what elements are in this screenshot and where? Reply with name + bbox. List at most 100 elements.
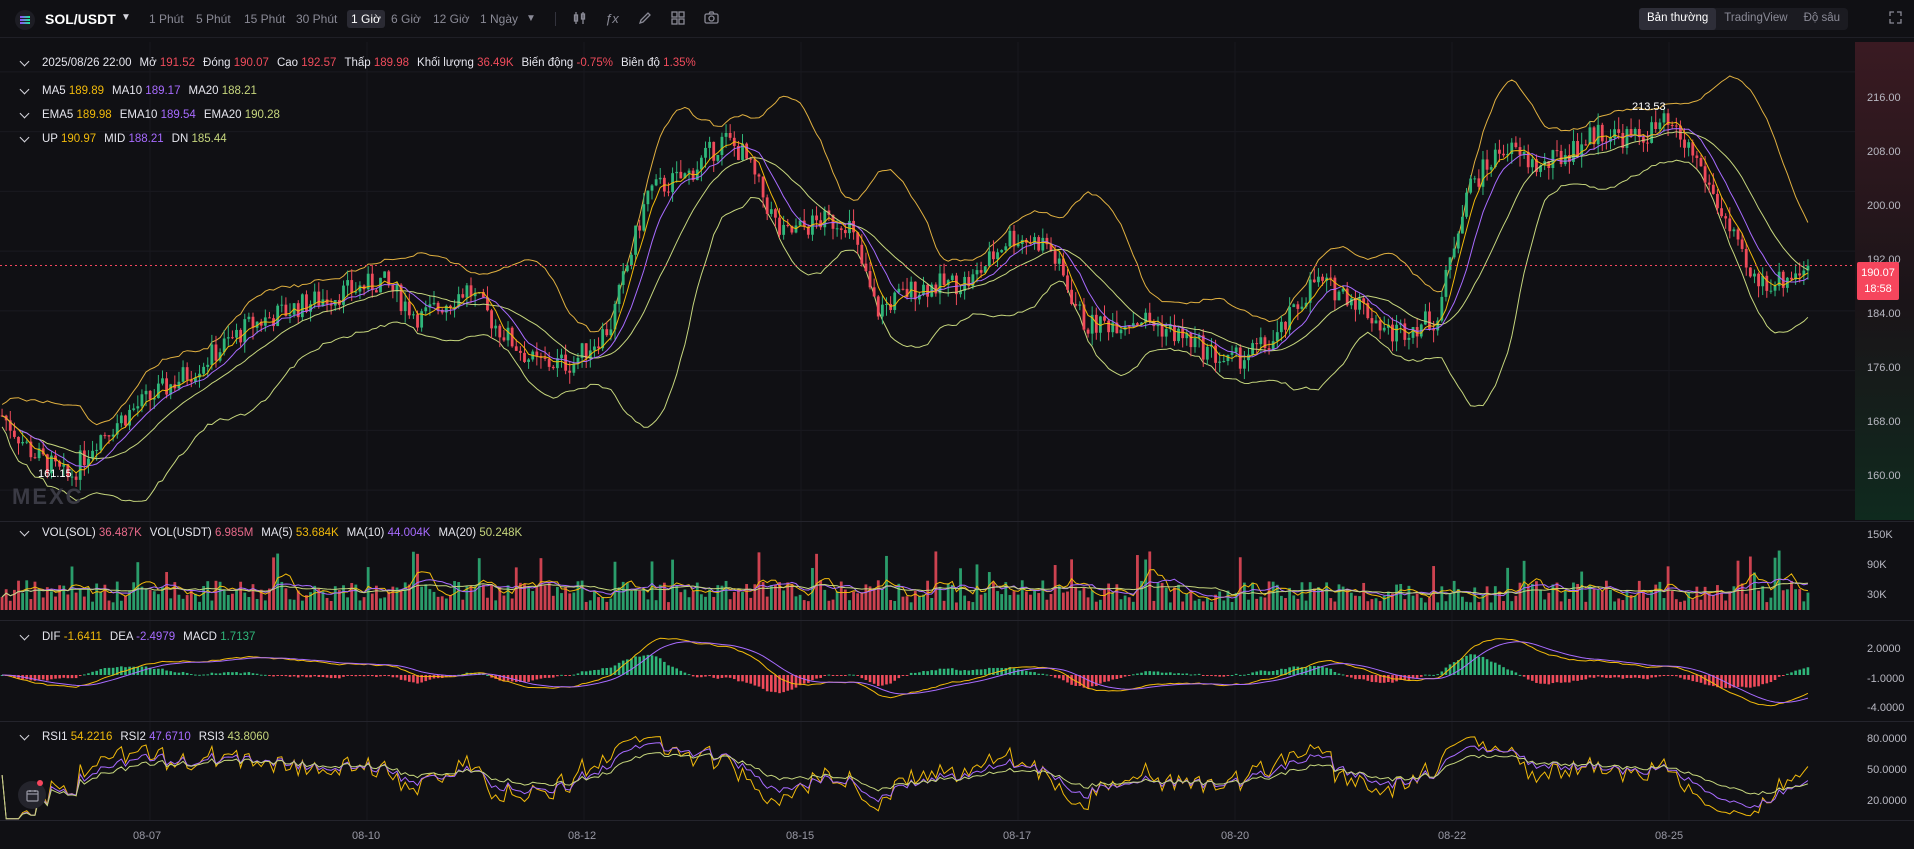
ma20-value: 188.21 bbox=[221, 85, 257, 97]
candle-body bbox=[1654, 122, 1658, 129]
candle-body bbox=[765, 197, 769, 214]
collapse-chevron-icon[interactable] bbox=[19, 132, 30, 142]
volume-bar bbox=[930, 597, 934, 610]
volume-bar bbox=[774, 585, 777, 610]
volume-bar bbox=[1317, 587, 1320, 610]
volume-bar bbox=[893, 601, 897, 610]
volume-bar bbox=[720, 585, 724, 610]
volume-bar bbox=[917, 595, 921, 610]
volume-bar bbox=[708, 589, 712, 610]
candle-body bbox=[547, 358, 551, 367]
volume-bar bbox=[1530, 583, 1534, 610]
volume-bar bbox=[1625, 591, 1629, 610]
last-price-tag: 190.07 18:58 bbox=[1857, 262, 1899, 300]
macd-histogram-bar bbox=[1633, 675, 1637, 678]
macd-histogram-bar bbox=[50, 675, 53, 680]
candle-body bbox=[568, 370, 572, 373]
macd-histogram-bar bbox=[408, 675, 411, 682]
macd-histogram-bar bbox=[732, 675, 736, 680]
volume-bar bbox=[4, 589, 8, 610]
x-axis-date-label: 08-12 bbox=[568, 830, 597, 842]
volume-bar bbox=[50, 591, 53, 610]
macd-histogram-bar bbox=[1695, 675, 1699, 682]
candle-body bbox=[161, 378, 164, 384]
candle-body bbox=[774, 209, 777, 218]
collapse-chevron-icon[interactable] bbox=[19, 108, 30, 118]
pane-separator[interactable] bbox=[0, 721, 1914, 722]
macd-histogram-bar bbox=[1280, 668, 1283, 675]
macd-histogram-bar bbox=[1514, 672, 1518, 675]
macd-histogram-bar bbox=[1152, 671, 1156, 675]
macd-histogram-bar bbox=[379, 675, 382, 677]
macd-histogram-bar bbox=[1271, 670, 1275, 675]
volume-bar bbox=[531, 591, 535, 610]
volume-bar bbox=[231, 593, 234, 610]
candle-body bbox=[1703, 166, 1707, 183]
candle-body bbox=[202, 366, 206, 374]
macd-histogram-bar bbox=[955, 669, 958, 675]
macd-histogram-bar bbox=[807, 675, 810, 683]
candle-body bbox=[1798, 273, 1802, 276]
collapse-chevron-icon[interactable] bbox=[19, 56, 30, 66]
boll-mid-field: MID 188.21 bbox=[104, 133, 163, 145]
candle-body bbox=[1460, 216, 1464, 234]
collapse-chevron-icon[interactable] bbox=[19, 630, 30, 640]
volume-bar bbox=[1785, 589, 1789, 610]
macd-histogram-bar bbox=[959, 670, 962, 675]
change-label: Biến động bbox=[521, 57, 574, 69]
macd-histogram-bar bbox=[1341, 674, 1345, 676]
macd-histogram-bar bbox=[1625, 675, 1629, 678]
collapse-chevron-icon[interactable] bbox=[19, 84, 30, 94]
macd-histogram-bar bbox=[848, 674, 851, 676]
vol-sol-label: VOL(SOL) bbox=[42, 527, 96, 539]
volume-bar bbox=[1263, 597, 1267, 610]
macd-histogram-bar bbox=[852, 674, 855, 676]
volume-bar bbox=[144, 588, 148, 610]
macd-histogram-bar bbox=[918, 672, 921, 675]
volume-bar bbox=[1123, 595, 1127, 610]
volume-bar bbox=[1284, 598, 1287, 610]
macd-histogram-bar bbox=[87, 673, 90, 675]
candle-body bbox=[1103, 316, 1106, 321]
macd-histogram-bar bbox=[642, 655, 646, 675]
candle-body bbox=[1699, 158, 1703, 167]
volume-bar bbox=[1086, 597, 1090, 610]
macd-histogram-bar bbox=[486, 674, 489, 676]
macd-histogram-bar bbox=[979, 669, 983, 675]
volume-bar bbox=[880, 589, 884, 610]
volume-bar bbox=[156, 594, 160, 610]
macd-histogram-bar bbox=[264, 674, 267, 676]
collapse-chevron-icon[interactable] bbox=[19, 730, 30, 740]
macd-histogram-bar bbox=[1555, 675, 1559, 683]
candle-body bbox=[543, 357, 547, 359]
candle-body bbox=[753, 159, 757, 175]
volume-bar bbox=[1041, 580, 1045, 610]
candle-body bbox=[99, 435, 103, 450]
volume-bar bbox=[1218, 591, 1222, 610]
volume-bar bbox=[782, 590, 786, 610]
candle-body bbox=[1485, 159, 1489, 170]
macd-histogram-bar bbox=[593, 670, 596, 675]
price-tick-label: 216.00 bbox=[1867, 92, 1901, 104]
pane-separator[interactable] bbox=[0, 620, 1914, 621]
candle-body bbox=[658, 177, 662, 180]
candle-body bbox=[1321, 276, 1324, 281]
macd-histogram-bar bbox=[1580, 675, 1583, 680]
pane-separator[interactable] bbox=[0, 521, 1914, 522]
candle-body bbox=[1201, 335, 1205, 360]
candle-body bbox=[78, 450, 82, 480]
candle-body bbox=[712, 141, 716, 161]
candle-body bbox=[1181, 328, 1185, 339]
volume-bar bbox=[1222, 600, 1226, 610]
macd-histogram-bar bbox=[667, 665, 670, 675]
ema5-value: 189.98 bbox=[76, 109, 112, 121]
volume-bar bbox=[1057, 585, 1061, 610]
rsi1-field: RSI1 54.2216 bbox=[42, 731, 112, 743]
macd-histogram-bar bbox=[823, 675, 827, 676]
volume-bar bbox=[876, 580, 880, 610]
ma5-value: 189.89 bbox=[68, 85, 105, 97]
macd-histogram-bar bbox=[1670, 675, 1674, 676]
collapse-chevron-icon[interactable] bbox=[19, 526, 30, 536]
macd-histogram-bar bbox=[708, 675, 711, 677]
macd-histogram-bar bbox=[1086, 675, 1090, 689]
